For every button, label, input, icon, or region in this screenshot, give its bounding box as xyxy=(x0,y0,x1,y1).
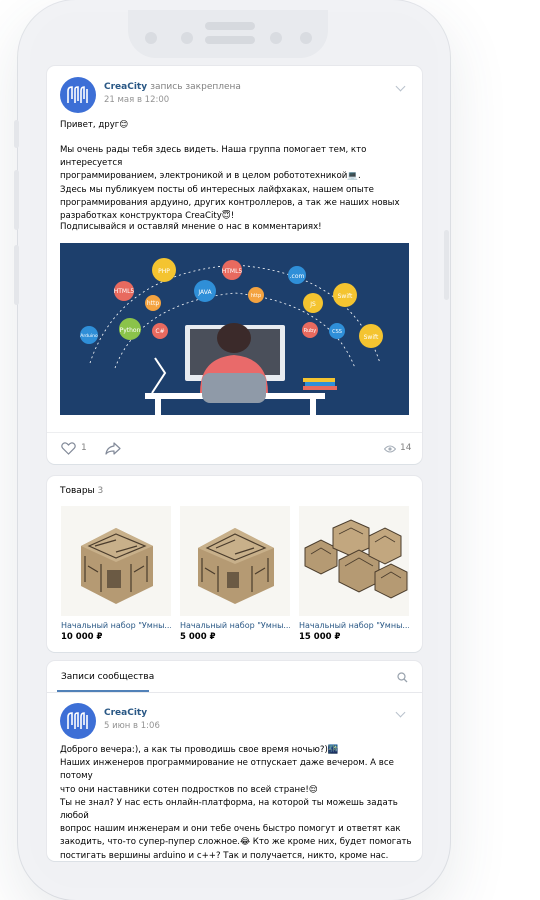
post-call-to-action: Подписывайся и оставляй мнение о нас в к… xyxy=(60,222,322,232)
illustration-label: JS xyxy=(309,301,316,308)
illustration-label: http xyxy=(251,293,261,299)
sensor xyxy=(205,36,255,44)
product-image[interactable] xyxy=(299,506,409,616)
hexagon-cluster-image xyxy=(299,506,409,616)
product-image[interactable] xyxy=(61,506,171,616)
post-greeting: Привет, друг😊 xyxy=(60,120,129,130)
creacity-logo-icon xyxy=(67,86,88,103)
phone-side-button xyxy=(14,120,19,148)
pinned-label: запись закреплена xyxy=(150,82,241,92)
search-icon[interactable] xyxy=(397,672,408,683)
product-name[interactable]: Начальный набор "Умны... xyxy=(299,621,409,630)
view-count: 14 xyxy=(400,443,412,453)
illustration-label: http xyxy=(147,300,160,307)
post-date[interactable]: 5 июн в 1:06 xyxy=(104,721,160,731)
illustration-label: Python xyxy=(120,327,141,334)
pinned-post-card: CreaCity запись закреплена 21 мая в 12:0… xyxy=(47,66,422,464)
like-count[interactable]: 1 xyxy=(81,443,87,453)
illustration-label: CSS xyxy=(332,329,342,335)
illustration-label: JAVA xyxy=(197,289,212,296)
product-price: 10 000 ₽ xyxy=(61,632,103,642)
camera xyxy=(145,32,157,44)
product-item[interactable]: Начальный набор "Умны... 5 000 ₽ xyxy=(180,506,290,642)
illustration-label: .com xyxy=(290,273,305,280)
programming-illustration: PHP HTML5 JAVA HTML5 http Arduino Python… xyxy=(60,243,409,415)
post-date[interactable]: 21 мая в 12:00 xyxy=(104,95,169,105)
phone-side-button xyxy=(14,170,19,230)
product-name[interactable]: Начальный набор "Умны... xyxy=(180,621,290,630)
share-icon[interactable] xyxy=(105,442,121,455)
illustration-label: HTML5 xyxy=(222,268,243,275)
post-author[interactable]: CreaCity xyxy=(104,708,147,718)
phone-side-button xyxy=(444,230,449,300)
community-avatar[interactable] xyxy=(60,77,96,113)
hexagon-box-image xyxy=(61,506,171,616)
post-actions-bar: 1 14 xyxy=(47,432,422,464)
post-image[interactable]: PHP HTML5 JAVA HTML5 http Arduino Python… xyxy=(60,243,409,415)
illustration-label: Ruby xyxy=(304,328,317,334)
illustration-label: PHP xyxy=(158,268,170,275)
product-price: 5 000 ₽ xyxy=(180,632,216,642)
heart-icon[interactable] xyxy=(61,442,76,455)
product-price: 15 000 ₽ xyxy=(299,632,341,642)
chevron-down-icon[interactable] xyxy=(395,81,406,92)
product-name[interactable]: Начальный набор "Умны... xyxy=(61,621,171,630)
camera xyxy=(181,32,193,44)
author-name[interactable]: CreaCity xyxy=(104,82,147,92)
creacity-logo-icon xyxy=(67,712,88,729)
goods-count: 3 xyxy=(97,486,104,496)
illustration-label: Arduino xyxy=(80,333,98,339)
product-image[interactable] xyxy=(180,506,290,616)
speaker xyxy=(205,22,255,30)
tabs-divider xyxy=(47,692,422,693)
product-item[interactable]: Начальный набор "Умны... 15 000 ₽ xyxy=(299,506,409,642)
product-item[interactable]: Начальный набор "Умны... 10 000 ₽ xyxy=(61,506,171,642)
chevron-down-icon[interactable] xyxy=(395,707,406,718)
tab-community-posts[interactable]: Записи сообщества xyxy=(61,672,154,682)
community-wall-card: Записи сообщества CreaCity 5 июн в 1:06 … xyxy=(47,661,422,861)
phone-notch xyxy=(128,10,328,58)
phone-side-button xyxy=(14,245,19,305)
camera xyxy=(270,32,282,44)
community-avatar[interactable] xyxy=(60,703,96,739)
post-author[interactable]: CreaCity запись закреплена xyxy=(104,82,241,92)
illustration-label: HTML5 xyxy=(114,288,135,295)
illustration-label: Swift xyxy=(338,293,353,300)
post-body: Доброго вечера:), а как ты проводишь сво… xyxy=(60,745,412,861)
illustration-label: C# xyxy=(155,328,164,335)
eye-icon xyxy=(384,445,396,453)
post-body: Мы очень рады тебя здесь видеть. Наша гр… xyxy=(60,145,400,222)
hexagon-box-image xyxy=(180,506,290,616)
goods-header[interactable]: Товары 3 xyxy=(60,486,103,496)
goods-title[interactable]: Товары xyxy=(60,486,95,496)
camera xyxy=(300,32,312,44)
illustration-label: Swift xyxy=(364,334,379,341)
